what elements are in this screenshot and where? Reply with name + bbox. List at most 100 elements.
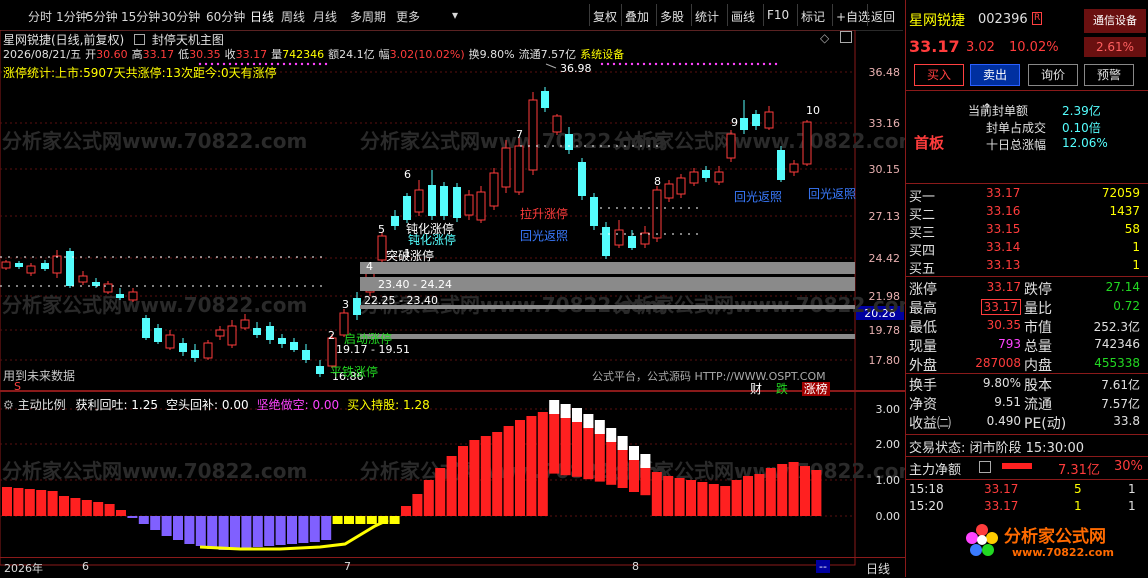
bid-price-3[interactable]: 33.14 — [986, 240, 1020, 254]
candle[interactable] — [802, 120, 812, 166]
maximize-icon[interactable] — [840, 31, 852, 43]
candle[interactable] — [514, 138, 524, 195]
candle[interactable] — [290, 338, 298, 352]
main-net-icon[interactable] — [979, 461, 991, 473]
inquiry-button[interactable]: 询价 — [1028, 64, 1078, 86]
candle[interactable] — [15, 261, 23, 269]
candle[interactable] — [552, 114, 562, 135]
candle[interactable] — [740, 100, 748, 134]
bid-price-4[interactable]: 33.13 — [986, 258, 1020, 272]
candle[interactable] — [165, 330, 175, 350]
toolbar-btn-2[interactable]: 多股 — [660, 8, 684, 25]
candle[interactable] — [128, 288, 138, 302]
period-tab-5[interactable]: 60分钟 — [206, 8, 245, 25]
candle[interactable] — [391, 210, 399, 230]
period-tab-6[interactable]: 日线 — [250, 8, 274, 25]
period-tab-7[interactable]: 周线 — [281, 8, 305, 25]
tag-die[interactable]: 跌 — [776, 382, 788, 396]
candle[interactable] — [179, 338, 187, 356]
candle[interactable] — [764, 106, 774, 130]
candle[interactable] — [403, 193, 411, 223]
chart-area[interactable]: 36.48 33.16 30.15 27.13 24.42 21.98 19.78 17.80… — [0, 30, 905, 575]
toolbar-btn-5[interactable]: F10 — [767, 8, 789, 22]
candle[interactable] — [689, 168, 699, 186]
candle[interactable] — [578, 158, 586, 200]
toolbar-btn-7[interactable]: +自选 — [836, 8, 870, 25]
candle[interactable] — [628, 230, 636, 250]
candle[interactable] — [789, 160, 799, 176]
period-tab-10[interactable]: 更多 — [396, 8, 420, 25]
candle[interactable] — [414, 180, 424, 216]
period-tab-0[interactable]: 分时 — [28, 8, 52, 25]
candle[interactable] — [215, 326, 225, 340]
tag-zhangbang[interactable]: 涨榜 — [801, 382, 830, 396]
candle[interactable] — [253, 322, 261, 338]
period-tab-1[interactable]: 1分钟 — [56, 8, 88, 25]
bid-vol-3: 1 — [1132, 240, 1140, 254]
candle[interactable] — [664, 180, 674, 202]
indicator-name[interactable]: 主动比例 — [18, 398, 66, 412]
candle[interactable] — [302, 344, 310, 363]
candle[interactable] — [777, 146, 785, 182]
toolbar-btn-0[interactable]: 复权 — [593, 8, 617, 25]
candle[interactable] — [528, 92, 538, 175]
period-tab-4[interactable]: 30分钟 — [161, 8, 200, 25]
alert-button[interactable]: 预警 — [1084, 64, 1134, 86]
kline-chart[interactable]: 36.4833.1630.1527.1324.4221.9819.7817.80… — [0, 30, 905, 575]
period-tab-2[interactable]: 5分钟 — [86, 8, 118, 25]
diamond-icon[interactable]: ◇ — [820, 31, 829, 45]
candle[interactable] — [702, 166, 710, 182]
candle[interactable] — [154, 324, 162, 344]
candle[interactable] — [78, 271, 88, 285]
candle[interactable] — [464, 190, 474, 220]
marker-dot — [642, 62, 646, 66]
sell-button[interactable]: 卖出 — [970, 64, 1020, 86]
candle[interactable] — [41, 260, 49, 271]
candle[interactable] — [590, 193, 598, 230]
toolbar-btn-8[interactable]: 返回 — [871, 8, 895, 25]
period-tab-9[interactable]: 多周期 — [350, 8, 386, 25]
candle[interactable] — [227, 320, 237, 348]
candle[interactable] — [489, 168, 499, 210]
candle[interactable] — [103, 281, 113, 294]
candle[interactable] — [501, 140, 511, 193]
period-mode-label[interactable]: 日线 — [866, 560, 890, 577]
checkbox-icon[interactable] — [134, 34, 146, 45]
candle[interactable] — [203, 340, 213, 360]
settings-icon[interactable]: ⚙ — [3, 398, 14, 412]
candle[interactable] — [266, 322, 274, 344]
candle[interactable] — [476, 186, 486, 223]
bid-price-1[interactable]: 33.16 — [986, 204, 1020, 218]
main-indicator-name[interactable]: 封停天机主图 — [152, 33, 224, 47]
candle[interactable] — [52, 250, 62, 278]
candle[interactable] — [1, 260, 11, 270]
bid-price-0[interactable]: 33.17 — [986, 186, 1020, 200]
candle[interactable] — [541, 87, 549, 112]
candle[interactable] — [26, 263, 36, 276]
buy-button[interactable]: 买入 — [914, 64, 964, 86]
candle[interactable] — [602, 222, 610, 259]
toolbar-btn-3[interactable]: 统计 — [695, 8, 719, 25]
candle[interactable] — [316, 360, 324, 377]
candle[interactable] — [142, 315, 150, 340]
tag-cai[interactable]: 财 — [750, 382, 762, 396]
candle[interactable] — [453, 183, 461, 222]
candle[interactable] — [640, 226, 650, 248]
candle[interactable] — [66, 248, 74, 288]
candle[interactable] — [752, 110, 760, 130]
candle[interactable] — [278, 334, 286, 348]
more-dropdown-icon[interactable]: ▾ — [452, 8, 458, 22]
candle[interactable] — [377, 232, 387, 263]
period-tab-8[interactable]: 月线 — [313, 8, 337, 25]
toolbar-btn-4[interactable]: 画线 — [731, 8, 755, 25]
candle[interactable] — [676, 174, 686, 198]
bid-price-2[interactable]: 33.15 — [986, 222, 1020, 236]
toolbar-btn-6[interactable]: 标记 — [801, 8, 825, 25]
candle[interactable] — [428, 170, 436, 220]
candle[interactable] — [726, 130, 736, 162]
notice-button[interactable]: 通信设备 — [1084, 9, 1146, 33]
toolbar-btn-1[interactable]: 叠加 — [625, 8, 649, 25]
candle[interactable] — [191, 344, 199, 362]
period-tab-3[interactable]: 15分钟 — [121, 8, 160, 25]
candle[interactable] — [440, 182, 448, 220]
